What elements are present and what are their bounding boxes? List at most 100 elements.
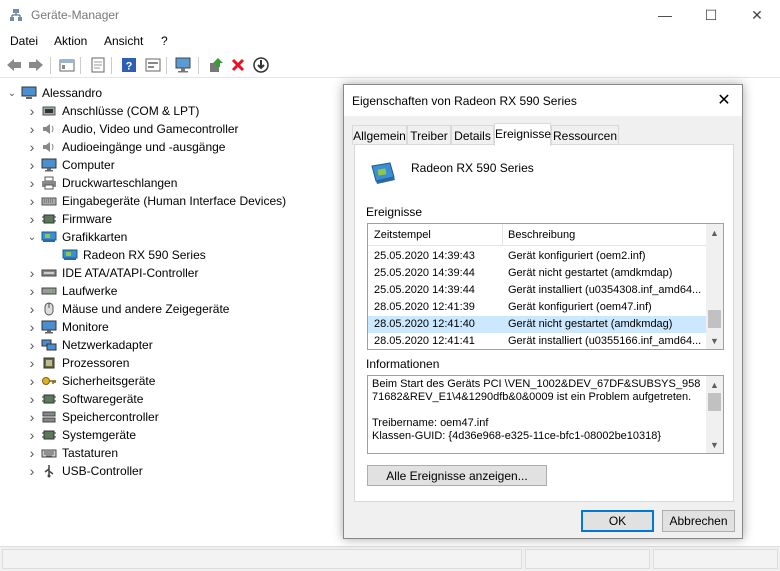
column-header-zeitstempel[interactable]: Zeitstempel bbox=[374, 229, 431, 241]
tree-item[interactable]: › Computer bbox=[26, 156, 115, 174]
tree-item[interactable]: › Prozessoren bbox=[26, 354, 130, 372]
chevron-right-icon[interactable]: › bbox=[26, 390, 38, 408]
tree-item[interactable]: › Druckwarteschlangen bbox=[26, 174, 178, 192]
tree-item[interactable]: › Eingabegeräte (Human Interface Devices) bbox=[26, 192, 286, 210]
tree-item-label: Mäuse und andere Zeigegeräte bbox=[62, 302, 230, 316]
chevron-right-icon[interactable]: › bbox=[26, 138, 38, 156]
scroll-up-icon[interactable]: ▲ bbox=[706, 376, 723, 393]
info-textbox[interactable]: Beim Start des Geräts PCI \VEN_1002&DEV_… bbox=[367, 375, 724, 454]
chevron-right-icon[interactable]: › bbox=[26, 300, 38, 318]
tab-treiber[interactable]: Treiber bbox=[407, 125, 451, 145]
uninstall-device-icon[interactable] bbox=[229, 56, 247, 74]
events-scrollbar[interactable]: ▲ ▼ bbox=[706, 224, 723, 349]
tree-item[interactable]: › Firmware bbox=[26, 210, 112, 228]
tree-item[interactable]: Radeon RX 590 Series bbox=[47, 246, 206, 264]
tree-item[interactable]: › Netzwerkadapter bbox=[26, 336, 153, 354]
tab-ressourcen[interactable]: Ressourcen bbox=[551, 125, 619, 145]
help-icon[interactable]: ? bbox=[120, 56, 138, 74]
event-row[interactable]: 25.05.2020 14:39:44 Gerät installiert (u0… bbox=[368, 282, 706, 299]
update-driver-icon[interactable] bbox=[207, 56, 225, 74]
ok-button[interactable]: OK bbox=[581, 510, 654, 532]
chevron-right-icon[interactable]: › bbox=[26, 444, 38, 462]
chevron-right-icon[interactable]: › bbox=[26, 192, 38, 210]
device-manager-icon bbox=[10, 9, 22, 21]
scan-hardware-icon[interactable] bbox=[175, 56, 193, 74]
close-window-button[interactable]: ✕ bbox=[734, 0, 780, 30]
tree-item-label: Anschlüsse (COM & LPT) bbox=[62, 104, 200, 118]
column-header-beschreibung[interactable]: Beschreibung bbox=[508, 229, 575, 241]
chevron-right-icon[interactable]: › bbox=[26, 372, 38, 390]
svg-text:?: ? bbox=[126, 61, 133, 73]
menu-ansicht[interactable]: Ansicht bbox=[104, 34, 143, 48]
tab-allgemein[interactable]: Allgemein bbox=[352, 125, 407, 145]
scroll-thumb[interactable] bbox=[708, 393, 721, 411]
tab-details[interactable]: Details bbox=[451, 125, 494, 145]
chevron-right-icon[interactable]: › bbox=[26, 408, 38, 426]
chevron-right-icon[interactable]: › bbox=[26, 336, 38, 354]
chevron-right-icon[interactable]: › bbox=[26, 318, 38, 336]
properties-icon[interactable] bbox=[89, 56, 107, 74]
chip-icon bbox=[42, 214, 56, 224]
event-timestamp: 25.05.2020 14:39:43 bbox=[374, 250, 475, 262]
ide-icon bbox=[41, 269, 57, 277]
tree-item[interactable]: › Sicherheitsgeräte bbox=[26, 372, 156, 390]
chevron-right-icon[interactable]: › bbox=[26, 426, 38, 444]
chevron-right-icon[interactable]: › bbox=[26, 210, 38, 228]
tree-item[interactable]: ⌄ Grafikkarten bbox=[26, 228, 128, 246]
chevron-down-icon[interactable]: ⌄ bbox=[26, 228, 38, 246]
event-row[interactable]: 25.05.2020 14:39:44 Gerät nicht gestartet… bbox=[368, 265, 706, 282]
info-scrollbar[interactable]: ▲ ▼ bbox=[706, 376, 723, 453]
event-row[interactable]: 28.05.2020 12:41:39 Gerät konfiguriert (o… bbox=[368, 299, 706, 316]
tree-item[interactable]: › Systemgeräte bbox=[26, 426, 136, 444]
chevron-down-icon[interactable]: ⌄ bbox=[6, 84, 18, 102]
event-row[interactable]: 25.05.2020 14:39:43 Gerät konfiguriert (o… bbox=[368, 248, 706, 265]
cancel-button[interactable]: Abbrechen bbox=[662, 510, 735, 532]
chevron-right-icon[interactable]: › bbox=[26, 264, 38, 282]
chevron-right-icon[interactable]: › bbox=[26, 354, 38, 372]
chevron-right-icon[interactable]: › bbox=[26, 102, 38, 120]
tree-item[interactable]: › Tastaturen bbox=[26, 444, 118, 462]
action-view-icon[interactable] bbox=[144, 56, 162, 74]
column-separator bbox=[502, 224, 503, 246]
status-cell bbox=[2, 549, 522, 569]
tree-item-label: Speichercontroller bbox=[62, 410, 159, 424]
chevron-right-icon[interactable]: › bbox=[26, 120, 38, 138]
tree-item[interactable]: › Monitore bbox=[26, 318, 109, 336]
events-list[interactable]: Zeitstempel Beschreibung 25.05.2020 14:3… bbox=[367, 223, 724, 350]
menu-aktion[interactable]: Aktion bbox=[54, 34, 87, 48]
tab-ereignisse[interactable]: Ereignisse bbox=[494, 123, 551, 146]
tree-item[interactable]: › Laufwerke bbox=[26, 282, 118, 300]
show-all-events-button[interactable]: Alle Ereignisse anzeigen... bbox=[367, 465, 547, 486]
tree-item[interactable]: › Speichercontroller bbox=[26, 408, 159, 426]
chevron-right-icon[interactable]: › bbox=[26, 462, 38, 480]
menu-help[interactable]: ? bbox=[161, 34, 168, 48]
chevron-right-icon[interactable]: › bbox=[26, 282, 38, 300]
tree-item[interactable]: › USB-Controller bbox=[26, 462, 143, 480]
tree-root[interactable]: ⌄ Alessandro bbox=[6, 84, 102, 102]
chevron-right-icon[interactable]: › bbox=[26, 156, 38, 174]
event-row[interactable]: 28.05.2020 12:41:40 Gerät nicht gestartet… bbox=[368, 316, 706, 333]
tree-item[interactable]: › Softwaregeräte bbox=[26, 390, 144, 408]
forward-arrow-icon[interactable] bbox=[27, 56, 45, 74]
minimize-button[interactable]: — bbox=[642, 0, 688, 30]
tree-item[interactable]: › Anschlüsse (COM & LPT) bbox=[26, 102, 200, 120]
menu-datei[interactable]: Datei bbox=[10, 34, 38, 48]
storage-icon bbox=[42, 411, 56, 423]
status-cell bbox=[525, 549, 650, 569]
event-timestamp: 28.05.2020 12:41:41 bbox=[374, 335, 475, 347]
tree-item[interactable]: › IDE ATA/ATAPI-Controller bbox=[26, 264, 199, 282]
event-row[interactable]: 28.05.2020 12:41:41 Gerät installiert (u0… bbox=[368, 333, 706, 349]
maximize-button[interactable]: ☐ bbox=[688, 0, 734, 30]
scroll-down-icon[interactable]: ▼ bbox=[706, 332, 723, 349]
tree-item[interactable]: › Audioeingänge und -ausgänge bbox=[26, 138, 226, 156]
tree-item[interactable]: › Mäuse und andere Zeigegeräte bbox=[26, 300, 230, 318]
tree-item[interactable]: › Audio, Video und Gamecontroller bbox=[26, 120, 239, 138]
scroll-thumb[interactable] bbox=[708, 310, 721, 328]
dialog-close-button[interactable]: ✕ bbox=[714, 90, 734, 110]
chevron-right-icon[interactable]: › bbox=[26, 174, 38, 192]
disable-device-icon[interactable] bbox=[252, 56, 270, 74]
back-arrow-icon[interactable] bbox=[5, 56, 23, 74]
scroll-down-icon[interactable]: ▼ bbox=[706, 436, 723, 453]
scroll-up-icon[interactable]: ▲ bbox=[706, 224, 723, 241]
view-icon[interactable] bbox=[58, 56, 76, 74]
